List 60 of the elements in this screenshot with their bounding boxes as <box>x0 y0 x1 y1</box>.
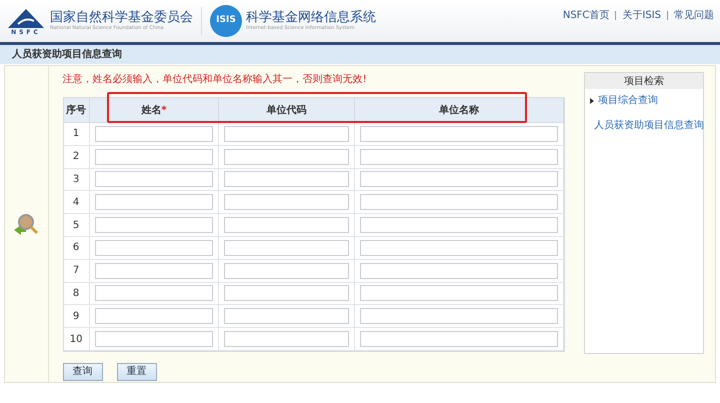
text-field[interactable] <box>224 194 350 210</box>
column-header: 单位名称 <box>355 98 564 122</box>
text-field[interactable] <box>360 240 558 256</box>
text-field[interactable] <box>224 285 350 302</box>
row-number: 4 <box>64 191 90 214</box>
text-field[interactable] <box>224 126 350 142</box>
row-number: 6 <box>64 236 90 259</box>
text-field[interactable] <box>94 285 214 302</box>
text-field[interactable] <box>94 171 214 188</box>
row-number: 3 <box>64 168 90 190</box>
column-header: 序号 <box>64 98 90 122</box>
header-link[interactable]: 常见问题 <box>674 8 714 22</box>
text-field[interactable] <box>94 331 214 348</box>
column-header: 姓名* <box>90 98 220 122</box>
text-field[interactable] <box>360 331 558 348</box>
text-field[interactable] <box>94 126 214 142</box>
text-field[interactable] <box>224 171 350 188</box>
text-field[interactable] <box>360 194 558 210</box>
side-link[interactable]: 人员获资助项目信息查询 <box>594 118 704 133</box>
logo-text: ISIS <box>216 14 236 28</box>
row-number: 10 <box>64 328 90 350</box>
side-panel-title: 项目检索 <box>624 74 664 88</box>
header-link[interactable]: NSFC首页 <box>562 8 610 22</box>
notice-text: 注意，姓名必须输入，单位代码和单位名称输入其一，否则查询无效! <box>62 72 368 87</box>
header-link[interactable]: 关于ISIS <box>622 8 661 22</box>
side-link[interactable]: 项目综合查询 <box>598 93 658 108</box>
text-field[interactable] <box>94 262 214 279</box>
text-field[interactable] <box>360 262 558 279</box>
text-field[interactable] <box>94 240 214 256</box>
form-button[interactable]: 重置 <box>116 362 157 381</box>
org-name: 国家自然科学基金委员会 <box>50 10 193 25</box>
row-number: 7 <box>64 260 90 282</box>
column-header: 单位代码 <box>219 98 356 122</box>
row-number: 1 <box>64 123 90 145</box>
row-number: 2 <box>64 146 90 168</box>
text-field[interactable] <box>224 240 350 256</box>
text-field[interactable] <box>224 217 350 234</box>
row-number: 5 <box>64 214 90 236</box>
page-title: 人员获资助项目信息查询 <box>12 48 122 62</box>
nsfc-logo-icon <box>6 6 46 28</box>
text-field[interactable] <box>94 308 214 324</box>
text-field[interactable] <box>224 308 350 324</box>
text-field[interactable] <box>360 148 558 165</box>
text-field[interactable] <box>94 194 214 210</box>
text-field[interactable] <box>360 126 558 142</box>
text-field[interactable] <box>94 148 214 165</box>
system-name: 科学基金网络信息系统 <box>246 10 376 25</box>
text-field[interactable] <box>360 217 558 234</box>
text-field[interactable] <box>360 308 558 324</box>
text-field[interactable] <box>224 331 350 348</box>
text-field[interactable] <box>224 148 350 165</box>
form-button[interactable]: 查询 <box>62 362 103 381</box>
text-field[interactable] <box>360 171 558 188</box>
text-field[interactable] <box>224 262 350 279</box>
search-icon <box>12 212 40 236</box>
text-field[interactable] <box>360 285 558 302</box>
row-number: 9 <box>64 305 90 328</box>
bullet-icon <box>590 98 594 104</box>
row-number: 8 <box>64 282 90 304</box>
text-field[interactable] <box>94 217 214 234</box>
